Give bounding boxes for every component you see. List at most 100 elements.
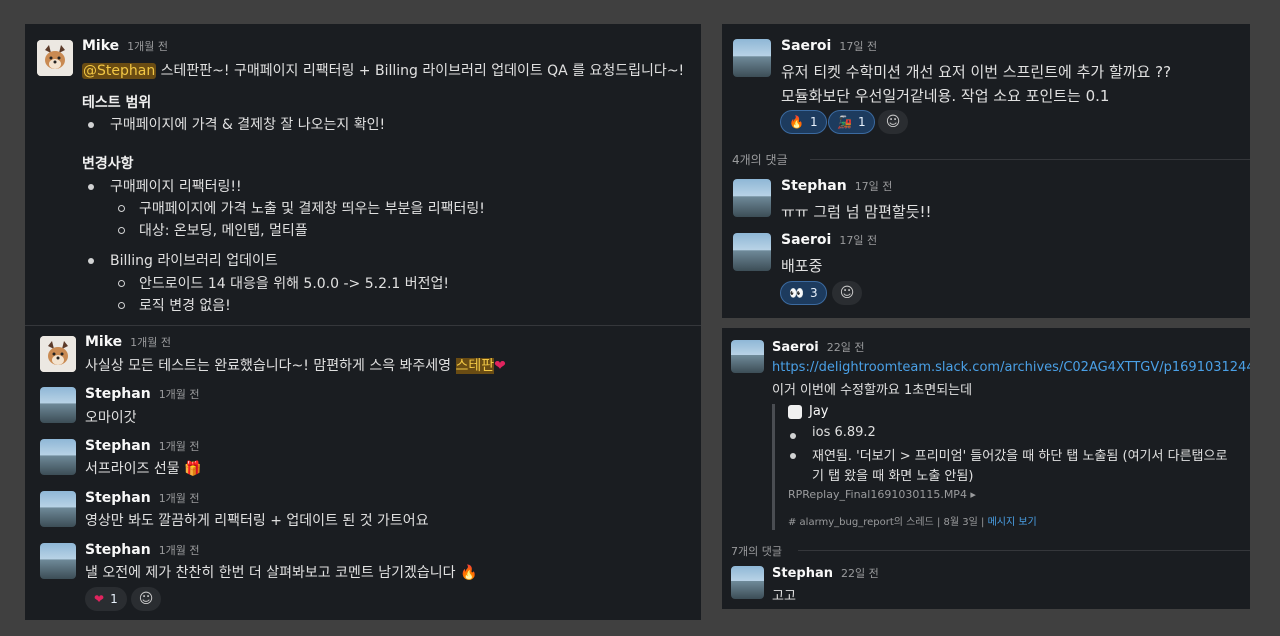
saeroi-avatar[interactable]: [733, 233, 771, 271]
stephan-name[interactable]: Stephan 1개월 전: [85, 438, 200, 454]
reaction-emoji: 🚂: [837, 115, 852, 129]
timestamp[interactable]: 1개월 전: [159, 544, 200, 557]
timestamp[interactable]: 1개월 전: [159, 440, 200, 453]
stephan-avatar[interactable]: [40, 491, 76, 527]
dog-avatar-icon: [37, 40, 73, 76]
author-name[interactable]: Stephan: [772, 566, 833, 581]
dog-avatar-icon: [40, 336, 76, 372]
quote-footer: # alarmy_bug_report의 스레드 | 8월 3일 | 메시지 보…: [788, 513, 1037, 528]
author-name[interactable]: Saeroi: [781, 38, 831, 54]
train-reaction[interactable]: 🚂 1: [828, 110, 875, 134]
quote-date: 8월 3일: [943, 517, 978, 528]
footer-separator: |: [981, 517, 985, 528]
sub-bullet-item: 안드로이드 14 대응을 위해 5.0.0 -> 5.2.1 버전업!: [117, 273, 449, 293]
quote-bullet: ios 6.89.2: [790, 425, 876, 440]
stephan-name[interactable]: Stephan 1개월 전: [85, 386, 200, 402]
section-heading: 테스트 범위: [82, 95, 152, 111]
reply-divider: [798, 550, 1250, 551]
bullet-item: Billing 라이브러리 업데이트: [88, 250, 278, 270]
message-text: 서프라이즈 선물 🎁: [85, 458, 202, 478]
quote-bar: [772, 404, 775, 530]
mike-name[interactable]: Mike 1개월 전: [85, 334, 171, 350]
reaction-count: 1: [110, 592, 118, 606]
timestamp[interactable]: 17일 전: [855, 180, 893, 193]
stephan-avatar[interactable]: [733, 179, 771, 217]
author-name[interactable]: Mike: [82, 38, 119, 54]
fire-reaction[interactable]: 🔥 1: [780, 110, 827, 134]
message-body: 사실상 모든 테스트는 완료했습니다~! 맘편하게 스윽 봐주세영: [85, 358, 456, 374]
author-name[interactable]: Saeroi: [781, 232, 831, 248]
reply-count[interactable]: 4개의 댓글: [732, 151, 788, 168]
timestamp[interactable]: 1개월 전: [127, 40, 168, 53]
view-message-link[interactable]: 메시지 보기: [988, 517, 1037, 528]
message-text: 오마이갓: [85, 410, 137, 426]
file-attachment[interactable]: RPReplay_Final1691030115.MP4 ▸: [788, 488, 976, 501]
add-reaction-button[interactable]: ☺: [131, 587, 161, 611]
message-text: 영상만 봐도 깔끔하게 리팩터링 + 업데이트 된 것 가트어요: [85, 513, 429, 529]
author-name[interactable]: Stephan: [781, 178, 847, 194]
jay-avatar[interactable]: [788, 405, 802, 419]
reaction-count: 1: [809, 115, 818, 129]
reply-divider: [810, 159, 1250, 160]
author-name[interactable]: Stephan: [85, 438, 151, 454]
saeroi-avatar[interactable]: [731, 340, 764, 373]
author-name[interactable]: Stephan: [85, 542, 151, 558]
stephan-avatar[interactable]: [40, 439, 76, 475]
timestamp[interactable]: 1개월 전: [159, 492, 200, 505]
reaction-emoji: 👀: [789, 286, 804, 300]
stephan-avatar[interactable]: [731, 566, 764, 599]
stephan-avatar[interactable]: [40, 387, 76, 423]
timestamp[interactable]: 22일 전: [827, 341, 865, 354]
message-text: 이거 이번에 수정할까요 1초면되는데: [772, 383, 973, 398]
fire-emoji: 🔥: [459, 565, 478, 581]
timestamp[interactable]: 1개월 전: [130, 336, 171, 349]
saeroi-name[interactable]: Saeroi 17일 전: [781, 38, 877, 54]
channel-thread[interactable]: # alarmy_bug_report의 스레드: [788, 517, 934, 528]
message-link[interactable]: https://delightroomteam.slack.com/archiv…: [772, 360, 1250, 375]
stephan-name[interactable]: Stephan 1개월 전: [85, 490, 200, 506]
author-name[interactable]: Saeroi: [772, 340, 819, 355]
section-heading: 변경사항: [82, 156, 134, 172]
add-reaction-button[interactable]: ☺: [878, 110, 908, 134]
author-name[interactable]: Stephan: [85, 490, 151, 506]
heart-reaction[interactable]: ❤ 1: [85, 587, 127, 611]
timestamp[interactable]: 17일 전: [839, 40, 877, 53]
highlight-text: 스테판: [455, 358, 495, 374]
user-mention[interactable]: @Stephan: [82, 63, 157, 79]
add-reaction-icon: ☺: [885, 114, 901, 130]
timestamp[interactable]: 1개월 전: [159, 388, 200, 401]
eyes-reaction[interactable]: 👀 3: [780, 281, 827, 305]
reaction-emoji: ❤: [94, 592, 105, 606]
message-body: 서프라이즈 선물: [85, 461, 185, 477]
timestamp[interactable]: 17일 전: [839, 234, 877, 247]
add-reaction-button[interactable]: ☺: [832, 281, 862, 305]
message-text: 사실상 모든 테스트는 완료했습니다~! 맘편하게 스윽 봐주세영 스테판❤: [85, 355, 506, 375]
mike-avatar[interactable]: [37, 40, 73, 76]
mike-name[interactable]: Mike 1개월 전: [82, 38, 168, 54]
saeroi-name[interactable]: Saeroi 17일 전: [781, 232, 877, 248]
message-body: 낼 오전에 제가 찬찬히 한번 더 살펴봐보고 코멘트 남기겠습니다: [85, 565, 460, 581]
stephan-name[interactable]: Stephan 17일 전: [781, 178, 892, 194]
reply-count[interactable]: 7개의 댓글: [731, 543, 782, 559]
thread-divider: [25, 325, 701, 326]
right-top-thread-panel: Saeroi 17일 전 유저 티켓 수학미션 개선 요저 이번 스프린트에 추가…: [722, 24, 1250, 318]
author-name[interactable]: Mike: [85, 334, 122, 350]
quote-author[interactable]: Jay: [809, 404, 829, 419]
timestamp[interactable]: 22일 전: [841, 567, 879, 580]
stephan-avatar[interactable]: [40, 543, 76, 579]
right-bottom-thread-panel: Saeroi 22일 전 https://delightroomteam.slac…: [722, 328, 1250, 609]
stephan-name[interactable]: Stephan 22일 전: [772, 565, 879, 581]
message-text: 고고: [772, 589, 796, 604]
author-name[interactable]: Stephan: [85, 386, 151, 402]
reaction-count: 1: [857, 115, 866, 129]
quote-text: 기 탭 왔을 때 화면 노출 안됨): [812, 469, 974, 484]
sub-bullet-item: 대상: 온보딩, 메인탭, 멀티플: [118, 220, 308, 240]
saeroi-name[interactable]: Saeroi 22일 전: [772, 339, 865, 355]
bullet-item: 구매페이지 리팩터링!!: [88, 176, 242, 196]
message-text: 배포중: [781, 257, 823, 275]
mike-avatar[interactable]: [40, 336, 76, 372]
saeroi-avatar[interactable]: [733, 39, 771, 77]
gift-emoji: 🎁: [184, 461, 202, 477]
message-body: 스테판판~! 구매페이지 리팩터링 + Billing 라이브러리 업데이트 Q…: [156, 63, 685, 79]
stephan-name[interactable]: Stephan 1개월 전: [85, 542, 200, 558]
